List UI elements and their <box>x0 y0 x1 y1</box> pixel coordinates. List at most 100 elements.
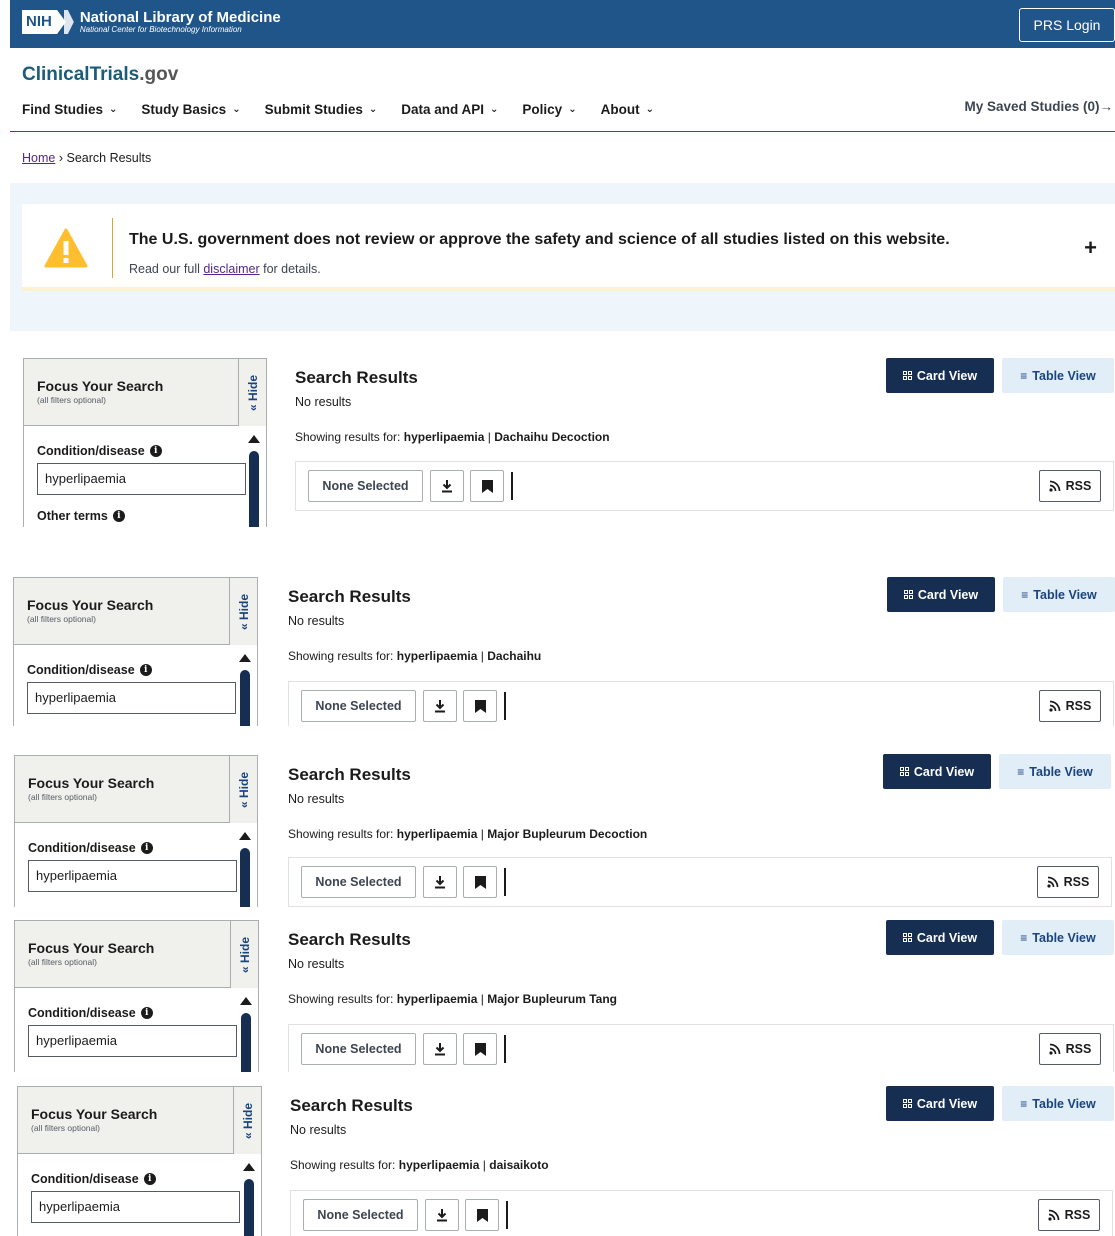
table-view-button[interactable]: ≡ Table View <box>1003 577 1115 612</box>
focus-search-sidebar: Focus Your Search (all filters optional)… <box>14 920 259 1072</box>
info-icon[interactable]: i <box>139 664 152 676</box>
rss-button[interactable]: RSS <box>1039 1033 1101 1065</box>
table-view-button[interactable]: ≡ Table View <box>1002 920 1114 955</box>
list-icon: ≡ <box>1017 764 1025 779</box>
hide-filters-button[interactable]: « Hide <box>238 359 266 426</box>
none-selected-button[interactable]: None Selected <box>301 690 416 722</box>
grid-icon <box>902 933 912 942</box>
sidebar-scrollbar[interactable] <box>248 435 260 527</box>
save-button[interactable] <box>463 1033 497 1065</box>
info-icon[interactable]: i <box>140 1007 153 1019</box>
save-button[interactable] <box>470 470 504 502</box>
card-view-button[interactable]: Card View <box>887 577 995 612</box>
breadcrumb-home-link[interactable]: Home <box>22 151 55 165</box>
disclaimer-subtext: Read our full disclaimer for details. <box>129 262 321 276</box>
info-icon[interactable]: i <box>149 445 162 457</box>
focus-search-title: Focus Your Search <box>28 775 155 791</box>
focus-search-sidebar: Focus Your Search (all filters optional)… <box>17 1086 262 1236</box>
site-logo[interactable]: ClinicalTrials.gov <box>22 64 178 86</box>
rss-button[interactable]: RSS <box>1037 866 1099 898</box>
hide-filters-button[interactable]: « Hide <box>229 756 257 823</box>
download-button[interactable] <box>430 470 464 502</box>
query-condition: hyperlipaemia <box>396 649 478 663</box>
nih-logo[interactable]: NIH National Library of Medicine Nationa… <box>22 10 281 34</box>
rss-icon <box>1049 700 1060 712</box>
nav-data-api[interactable]: Data and API ⌄ <box>401 99 498 119</box>
scrollbar-thumb[interactable] <box>240 670 250 726</box>
condition-input[interactable]: hyperlipaemia <box>28 860 237 892</box>
query-intervention: Dachaihu Decoction <box>494 430 610 444</box>
card-view-button[interactable]: Card View <box>886 920 994 955</box>
sidebar-scrollbar[interactable] <box>243 1163 255 1236</box>
sidebar-scrollbar[interactable] <box>240 997 252 1072</box>
showing-results: Showing results for: hyperlipaemia | Maj… <box>288 827 648 841</box>
rss-button[interactable]: RSS <box>1039 470 1101 502</box>
scroll-up-icon[interactable] <box>239 832 251 840</box>
my-saved-studies-link[interactable]: My Saved Studies (0)→ <box>964 99 1113 114</box>
results-toolbar: None Selected RSS <box>290 1190 1113 1236</box>
rss-button[interactable]: RSS <box>1039 690 1101 722</box>
card-view-button[interactable]: Card View <box>883 754 991 789</box>
focus-search-note: (all filters optional) <box>28 957 97 967</box>
hide-filters-button[interactable]: « Hide <box>229 578 257 645</box>
scrollbar-thumb[interactable] <box>244 1179 254 1236</box>
scroll-up-icon[interactable] <box>243 1163 255 1171</box>
hide-filters-button[interactable]: « Hide <box>230 921 258 988</box>
info-icon[interactable]: i <box>112 510 125 522</box>
scroll-up-icon[interactable] <box>248 435 260 443</box>
chevron-down-icon: ⌄ <box>109 103 118 115</box>
hide-filters-button[interactable]: « Hide <box>233 1087 261 1154</box>
scroll-up-icon[interactable] <box>239 654 251 662</box>
nav-policy[interactable]: Policy ⌄ <box>522 99 576 119</box>
download-icon <box>435 1043 445 1056</box>
nav-submit-studies[interactable]: Submit Studies ⌄ <box>265 99 378 119</box>
download-button[interactable] <box>423 866 457 898</box>
nav-find-studies[interactable]: Find Studies ⌄ <box>22 99 117 119</box>
download-button[interactable] <box>423 690 457 722</box>
scrollbar-thumb[interactable] <box>241 1013 251 1072</box>
disclaimer-expand-button[interactable]: + <box>1084 235 1097 261</box>
scroll-up-icon[interactable] <box>240 997 252 1005</box>
scrollbar-thumb[interactable] <box>249 451 259 527</box>
sidebar-scrollbar[interactable] <box>239 832 251 907</box>
condition-input[interactable]: hyperlipaemia <box>27 682 236 714</box>
results-count: No results <box>290 1123 347 1137</box>
sidebar-scrollbar[interactable] <box>239 654 251 726</box>
grid-icon <box>903 590 913 599</box>
download-button[interactable] <box>425 1199 459 1231</box>
condition-input[interactable]: hyperlipaemia <box>31 1191 240 1223</box>
nav-about[interactable]: About ⌄ <box>601 99 654 119</box>
save-button[interactable] <box>463 690 497 722</box>
table-view-button[interactable]: ≡ Table View <box>1002 1086 1114 1121</box>
rss-button[interactable]: RSS <box>1038 1199 1100 1231</box>
focus-search-title: Focus Your Search <box>31 1106 158 1122</box>
nav-study-basics[interactable]: Study Basics ⌄ <box>141 99 240 119</box>
save-button[interactable] <box>465 1199 499 1231</box>
results-title: Search Results <box>288 587 411 606</box>
bookmark-icon <box>474 875 486 889</box>
table-view-button[interactable]: ≡ Table View <box>999 754 1111 789</box>
info-icon[interactable]: i <box>140 842 153 854</box>
condition-input[interactable]: hyperlipaemia <box>28 1025 237 1057</box>
disclaimer-link[interactable]: disclaimer <box>203 262 259 276</box>
info-icon[interactable]: i <box>143 1173 156 1185</box>
site-suffix: .gov <box>139 64 179 85</box>
list-icon: ≡ <box>1020 1096 1028 1111</box>
prs-login-button[interactable]: PRS Login <box>1019 8 1115 42</box>
none-selected-button[interactable]: None Selected <box>301 866 416 898</box>
table-view-button[interactable]: ≡ Table View <box>1002 358 1114 393</box>
none-selected-button[interactable]: None Selected <box>303 1199 418 1231</box>
condition-input[interactable]: hyperlipaemia <box>37 463 246 495</box>
results-title: Search Results <box>288 765 411 784</box>
card-view-button[interactable]: Card View <box>886 1086 994 1121</box>
card-view-button[interactable]: Card View <box>886 358 994 393</box>
nih-subtitle: National Center for Biotechnology Inform… <box>79 25 242 34</box>
focus-search-note: (all filters optional) <box>28 792 97 802</box>
scrollbar-thumb[interactable] <box>240 848 250 907</box>
none-selected-button[interactable]: None Selected <box>308 470 423 502</box>
save-button[interactable] <box>463 866 497 898</box>
condition-label: Condition/disease i <box>28 841 153 855</box>
condition-label: Condition/disease i <box>37 444 162 458</box>
none-selected-button[interactable]: None Selected <box>301 1033 416 1065</box>
download-button[interactable] <box>423 1033 457 1065</box>
